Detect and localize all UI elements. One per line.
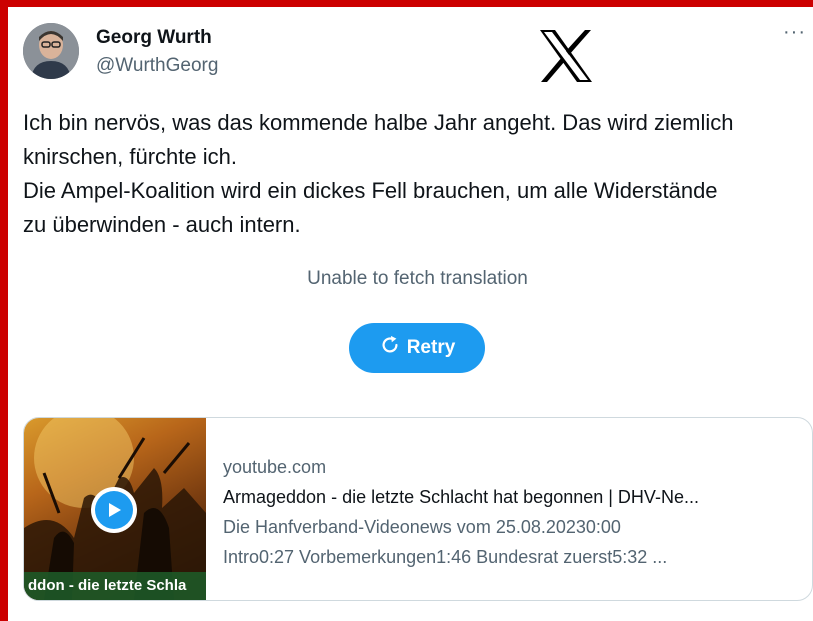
card-body[interactable]: youtube.com Armageddon - die letzte Schl… bbox=[223, 452, 803, 572]
refresh-icon bbox=[379, 334, 401, 362]
translation-status: Unable to fetch translation bbox=[307, 268, 528, 289]
play-icon bbox=[95, 491, 133, 529]
tweet-text: Ich bin nervös, was das kommende halbe J… bbox=[23, 106, 808, 242]
red-frame-left bbox=[0, 0, 8, 621]
more-icon[interactable]: ··· bbox=[783, 22, 806, 42]
video-thumbnail[interactable]: ddon - die letzte Schla bbox=[24, 418, 206, 600]
play-button[interactable] bbox=[91, 487, 137, 533]
retry-button[interactable]: Retry bbox=[349, 323, 485, 373]
avatar[interactable] bbox=[23, 23, 79, 79]
x-logo-icon bbox=[538, 28, 594, 84]
thumbnail-caption: ddon - die letzte Schla bbox=[24, 572, 206, 600]
tweet-line: zu überwinden - auch intern. bbox=[23, 212, 301, 237]
link-card[interactable]: ddon - die letzte Schla youtube.com Arma… bbox=[23, 417, 813, 601]
retry-label: Retry bbox=[406, 337, 456, 358]
card-description-line: Intro0:27 Vorbemerkungen1:46 Bundesrat z… bbox=[223, 547, 668, 567]
tweet-line: knirschen, fürchte ich. bbox=[23, 144, 237, 169]
card-title: Armageddon - die letzte Schlacht hat beg… bbox=[223, 487, 699, 507]
card-description-line: Die Hanfverband-Videonews vom 25.08.2023… bbox=[223, 517, 621, 537]
tweet-line: Ich bin nervös, was das kommende halbe J… bbox=[23, 110, 734, 135]
card-domain: youtube.com bbox=[223, 457, 327, 477]
author-name[interactable]: Georg Wurth bbox=[96, 27, 212, 49]
author-handle[interactable]: @WurthGeorg bbox=[96, 55, 218, 77]
tweet-line: Die Ampel-Koalition wird ein dickes Fell… bbox=[23, 178, 718, 203]
red-frame-top bbox=[0, 0, 813, 7]
